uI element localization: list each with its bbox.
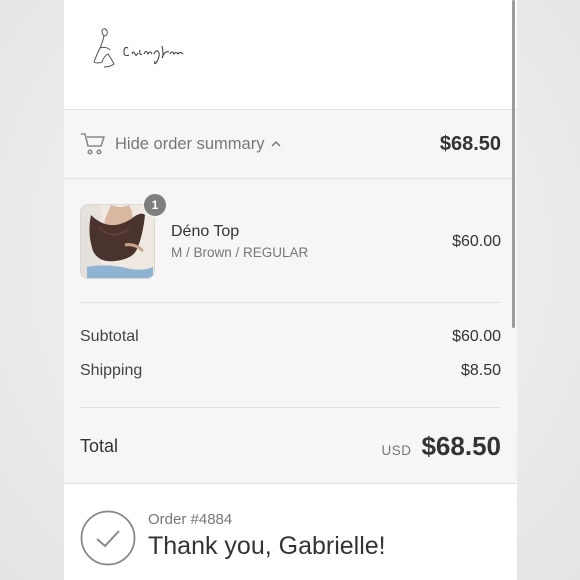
product-variant: M / Brown / REGULAR: [171, 245, 309, 260]
check-circle-icon: [80, 510, 136, 566]
scrollbar[interactable]: [512, 0, 515, 328]
thank-you-heading: Thank you, Gabrielle!: [148, 532, 386, 560]
summary-toggle-total: $68.50: [439, 132, 501, 155]
subtotal-row: Subtotal $60.00: [80, 328, 501, 362]
shop-header: [64, 0, 517, 110]
order-summary: 1 Déno Top M / Brown / REGULAR $60.00 Su…: [64, 179, 517, 484]
product-row: 1 Déno Top M / Brown / REGULAR $60.00: [80, 179, 501, 303]
order-number: Order #4884: [148, 511, 233, 528]
product-image: [80, 204, 155, 279]
product-name: Déno Top: [171, 223, 240, 240]
currency-code: USD: [381, 442, 412, 458]
subtotal-label: Subtotal: [80, 328, 139, 345]
total-amount: USD $68.50: [381, 431, 501, 462]
product-thumbnail: 1: [80, 193, 167, 279]
toggle-summary-label: Hide order summary: [115, 134, 265, 153]
product-info: Déno Top M / Brown / REGULAR: [171, 223, 452, 260]
subtotal-value: $60.00: [452, 328, 501, 345]
shop-logo[interactable]: [92, 26, 192, 76]
total-label: Total: [80, 435, 119, 456]
product-price: $60.00: [452, 232, 501, 250]
shipping-value: $8.50: [460, 362, 501, 379]
total-value: $68.50: [421, 430, 501, 461]
toggle-summary-link[interactable]: Hide order summary: [115, 135, 282, 154]
chevron-up-icon: [271, 140, 281, 147]
order-confirmation: Order #4884 Thank you, Gabrielle!: [64, 484, 517, 566]
cost-breakdown: Subtotal $60.00 Shipping $8.50: [80, 303, 501, 408]
confirmation-text: Order #4884 Thank you, Gabrielle!: [148, 510, 386, 561]
order-summary-toggle[interactable]: Hide order summary $68.50: [64, 110, 517, 179]
total-row: Total USD $68.50: [80, 408, 501, 484]
shipping-row: Shipping $8.50: [80, 362, 501, 396]
checkout-page: Hide order summary $68.50 1 Déno Top M /…: [64, 0, 517, 580]
shipping-label: Shipping: [80, 362, 143, 379]
cart-icon: [81, 133, 105, 155]
quantity-badge: 1: [143, 193, 167, 217]
